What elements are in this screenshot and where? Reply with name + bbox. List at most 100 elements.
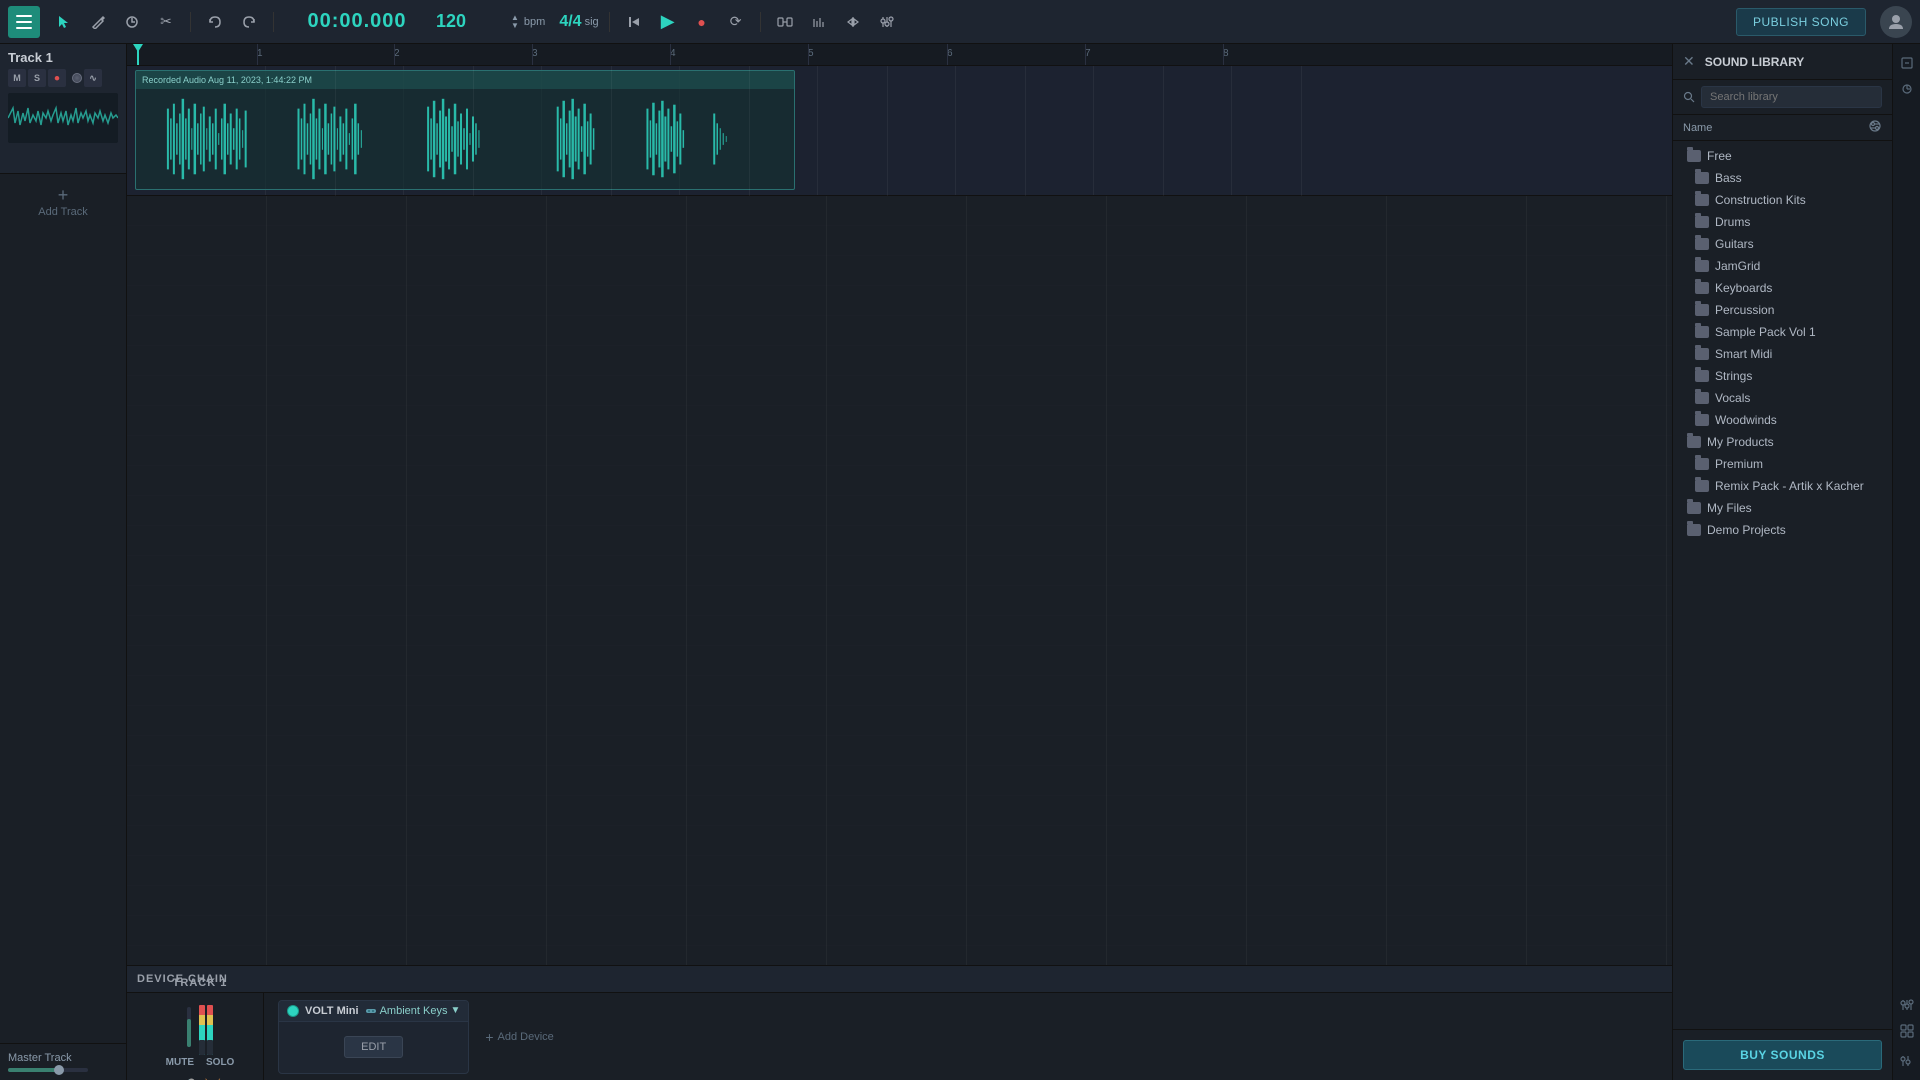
folder-icon — [1695, 480, 1709, 492]
separator-4 — [760, 12, 761, 32]
publish-song-button[interactable]: PUBLISH SONG — [1736, 8, 1866, 36]
bpm-label: bpm — [524, 16, 545, 28]
bottom-mic-icon[interactable]: 🎤 — [177, 1076, 198, 1080]
far-right-button-5[interactable] — [1896, 1050, 1918, 1072]
track1-volume-knob[interactable] — [72, 73, 82, 83]
loop-button[interactable]: ⟳ — [722, 8, 750, 36]
track1-automation-button[interactable]: ∿ — [84, 69, 102, 87]
device-chain-header: DEVICE CHAIN ✕ — [127, 966, 1672, 993]
bottom-mute-button[interactable]: MUTE — [162, 1055, 198, 1070]
device-preset[interactable]: Ambient Keys ▼ — [365, 1005, 461, 1017]
far-right-panel — [1892, 44, 1920, 1080]
library-search-area — [1673, 80, 1892, 115]
buy-sounds-button[interactable]: BUY SOUNDS — [1683, 1040, 1882, 1070]
device-header: VOLT Mini Ambient Keys ▼ — [279, 1001, 468, 1022]
library-item[interactable]: Free — [1673, 145, 1892, 167]
pencil-tool-button[interactable] — [84, 8, 112, 36]
master-volume-slider[interactable] — [8, 1068, 88, 1072]
playhead — [137, 44, 139, 65]
timeline-ruler: 1 2 3 4 5 6 7 8 — [127, 44, 1672, 66]
track1-mute-button[interactable]: M — [8, 69, 26, 87]
bottom-solo-button[interactable]: SOLO — [202, 1055, 238, 1070]
hamburger-button[interactable] — [8, 6, 40, 38]
device-edit-button[interactable]: EDIT — [344, 1036, 403, 1058]
track1-solo-button[interactable]: S — [28, 69, 46, 87]
record-button[interactable]: ● — [688, 8, 716, 36]
library-settings-icon[interactable] — [1868, 119, 1882, 136]
library-item[interactable]: JamGrid — [1673, 255, 1892, 277]
user-avatar[interactable] — [1880, 6, 1912, 38]
audio-clip[interactable]: Recorded Audio Aug 11, 2023, 1:44:22 PM — [135, 70, 795, 190]
far-right-button-3[interactable] — [1896, 994, 1918, 1016]
library-item[interactable]: Premium — [1673, 453, 1892, 475]
bpm-arrows: ▲ ▼ — [509, 14, 521, 30]
folder-icon — [1695, 216, 1709, 228]
track-fader[interactable] — [187, 1007, 191, 1047]
library-item[interactable]: Strings — [1673, 365, 1892, 387]
library-item[interactable]: Sample Pack Vol 1 — [1673, 321, 1892, 343]
library-item[interactable]: Woodwinds — [1673, 409, 1892, 431]
folder-icon — [1687, 436, 1701, 448]
loop-tool-button[interactable] — [118, 8, 146, 36]
track1-header: Track 1 M S ⏺ ∿ — [0, 44, 126, 174]
play-button[interactable]: ▶ — [654, 8, 682, 36]
library-item-label: JamGrid — [1715, 259, 1760, 273]
go-to-start-button[interactable] — [620, 8, 648, 36]
library-item-label: Sample Pack Vol 1 — [1715, 325, 1816, 339]
device-power-button[interactable] — [287, 1005, 299, 1017]
library-item-label: Premium — [1715, 457, 1763, 471]
library-item-label: Free — [1707, 149, 1732, 163]
library-toolbar: Name — [1673, 115, 1892, 141]
library-item[interactable]: Drums — [1673, 211, 1892, 233]
mixer-button[interactable] — [873, 8, 901, 36]
select-tool-button[interactable] — [50, 8, 78, 36]
undo-button[interactable] — [201, 8, 229, 36]
time-sig-value[interactable]: 4/4 — [559, 13, 581, 31]
library-item-label: Bass — [1715, 171, 1742, 185]
folder-icon — [1695, 194, 1709, 206]
split-button[interactable] — [839, 8, 867, 36]
library-item[interactable]: My Files — [1673, 497, 1892, 519]
mute-solo-controls: MUTE SOLO — [162, 1055, 239, 1070]
folder-icon — [1695, 282, 1709, 294]
track1-rec-button[interactable]: ⏺ — [48, 69, 66, 87]
far-right-button-4[interactable] — [1896, 1020, 1918, 1042]
library-item[interactable]: Bass — [1673, 167, 1892, 189]
quantize-button[interactable] — [805, 8, 833, 36]
library-item-label: Construction Kits — [1715, 193, 1806, 207]
add-track-label: Add Track — [38, 206, 88, 218]
time-sig-control[interactable]: 4/4 sig — [559, 13, 598, 31]
bottom-track-label: TRACK 1 — [173, 977, 228, 989]
bpm-down-button[interactable]: ▼ — [509, 22, 521, 30]
library-item[interactable]: My Products — [1673, 431, 1892, 453]
library-item[interactable]: Vocals — [1673, 387, 1892, 409]
bpm-control[interactable]: 120 ▲ ▼ bpm — [436, 11, 545, 32]
library-item[interactable]: Construction Kits — [1673, 189, 1892, 211]
library-item[interactable]: Percussion — [1673, 299, 1892, 321]
level-meters — [199, 995, 213, 1055]
device-edit-row: EDIT — [279, 1022, 468, 1073]
add-device-button[interactable]: + Add Device — [477, 1025, 561, 1049]
snap-button[interactable] — [771, 8, 799, 36]
bottom-drum-icon[interactable]: 🥁 — [202, 1076, 223, 1080]
add-track-area[interactable]: + Add Track — [0, 178, 126, 226]
preset-dropdown-icon[interactable]: ▼ — [450, 1005, 460, 1016]
library-item[interactable]: Keyboards — [1673, 277, 1892, 299]
separator-3 — [609, 12, 610, 32]
library-item[interactable]: Guitars — [1673, 233, 1892, 255]
search-icon — [1683, 91, 1695, 103]
cut-tool-button[interactable]: ✂ — [152, 8, 180, 36]
library-item[interactable]: Smart Midi — [1673, 343, 1892, 365]
redo-button[interactable] — [235, 8, 263, 36]
level-meter-right — [207, 1005, 213, 1055]
library-close-button[interactable]: ✕ — [1683, 53, 1695, 70]
main-layout: Track 1 M S ⏺ ∿ + Add Track Master Track — [0, 44, 1920, 1080]
library-search-input[interactable] — [1701, 86, 1882, 108]
clip-label: Recorded Audio Aug 11, 2023, 1:44:22 PM — [142, 75, 312, 85]
far-right-button-2[interactable] — [1896, 78, 1918, 100]
library-item-label: Guitars — [1715, 237, 1754, 251]
bpm-value[interactable]: 120 — [436, 11, 506, 32]
library-item[interactable]: Demo Projects — [1673, 519, 1892, 541]
far-right-button-1[interactable] — [1896, 52, 1918, 74]
library-item[interactable]: Remix Pack - Artik x Kacher — [1673, 475, 1892, 497]
